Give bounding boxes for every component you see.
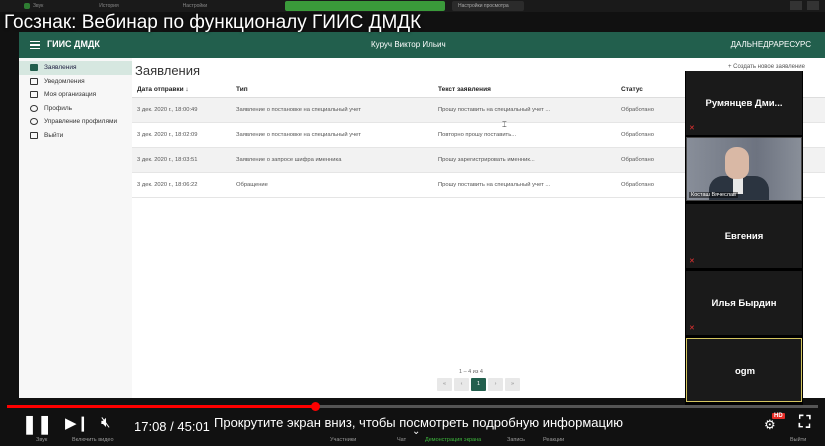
progress-fill <box>7 405 315 408</box>
first-page-button[interactable]: « <box>437 378 452 391</box>
sidebar-item-profile[interactable]: Профиль <box>19 102 132 116</box>
zoom-menu-item[interactable]: История <box>99 3 118 9</box>
app-icon <box>24 3 30 9</box>
participant-tile[interactable]: Румянцев Дми... ✕ <box>686 71 802 135</box>
pagination-info: 1 – 4 из 4 <box>459 369 483 375</box>
message-icon <box>30 77 38 85</box>
view-settings-button[interactable]: Настройки просмотра <box>452 1 524 11</box>
muted-mic-icon: ✕ <box>689 125 695 132</box>
pagination: « ‹ 1 › » <box>437 378 520 391</box>
reactions-button[interactable]: Реакции <box>543 437 564 443</box>
participant-video-tile[interactable]: Косташ Вячеслав <box>686 137 802 201</box>
next-page-button[interactable]: › <box>488 378 503 391</box>
cell-text: Повторно прошу поставить... <box>438 132 517 138</box>
hd-badge: HD <box>772 413 785 419</box>
muted-mic-icon: ✕ <box>689 325 695 332</box>
cell-type: Обращение <box>236 182 268 188</box>
video-button[interactable]: Включить видео <box>72 437 114 443</box>
participant-name: Косташ Вячеслав <box>689 192 738 198</box>
sidebar-item-label: Выйти <box>44 131 64 139</box>
window-controls <box>790 1 819 10</box>
column-header-text[interactable]: Текст заявления <box>438 86 621 93</box>
create-application-link[interactable]: + Создать новое заявление <box>728 64 805 70</box>
share-screen-button[interactable]: Демонстрация экрана <box>425 437 481 443</box>
zoom-menu-label: История <box>99 3 119 9</box>
settings-icon[interactable]: ⚙ <box>764 417 782 433</box>
minimize-button[interactable] <box>790 1 802 10</box>
page-title: Заявления <box>135 63 201 78</box>
zoom-top-bar: Звук История Настройки Настройки просмот… <box>0 0 825 12</box>
cell-text: Прошу зарегистрировать именник... <box>438 157 535 163</box>
mouse-cursor-icon: ⌶ <box>502 120 507 129</box>
column-header-type[interactable]: Тип <box>236 86 438 93</box>
cell-type: Заявление о постановке на специальный уч… <box>236 107 361 113</box>
app-brand[interactable]: ГИИС ДМДК <box>47 39 100 49</box>
cell-date: 3 дек. 2020 г., 18:00:49 <box>137 107 198 113</box>
sidebar-item-label: Моя организация <box>44 91 97 99</box>
people-icon <box>30 118 38 126</box>
sidebar-item-organization[interactable]: Моя организация <box>19 88 132 102</box>
video-player: Звук История Настройки Настройки просмот… <box>0 0 825 446</box>
cell-text: Прошу поставить на специальный учет ... <box>438 107 551 113</box>
participant-tile[interactable]: Евгения ✕ <box>686 204 802 268</box>
cell-date: 3 дек. 2020 г., 18:03:51 <box>137 157 198 163</box>
last-page-button[interactable]: » <box>505 378 520 391</box>
chat-button[interactable]: Чат <box>397 437 406 443</box>
cell-type: Заявление о запросе шифра именника <box>236 157 342 163</box>
column-header-date[interactable]: Дата отправки ↓ <box>132 86 236 93</box>
app-header: ГИИС ДМДК Куруч Виктор Ильич ДАЛЬНЕДРАРЕ… <box>19 32 825 58</box>
logout-icon <box>30 131 38 139</box>
sidebar-item-label: Управление профилями <box>44 118 118 126</box>
record-button[interactable]: Запись <box>507 437 525 443</box>
participant-name: Илья Бырдин <box>711 298 777 309</box>
participants-panel: Румянцев Дми... ✕ Косташ Вячеслав Евгени… <box>685 71 803 407</box>
zoom-menu-label: Звук <box>33 3 44 9</box>
cell-text: Прошу поставить на специальный учет ... <box>438 182 551 188</box>
zoom-bottom-toolbar: Звук Включить видео Участники Чат Демонс… <box>0 436 825 446</box>
current-user: Куруч Виктор Ильич <box>371 40 446 49</box>
cell-type: Заявление о постановке на специальный уч… <box>236 132 361 138</box>
audio-button[interactable]: Звук <box>36 437 47 443</box>
organization-icon <box>30 91 38 99</box>
sidebar-item-logout[interactable]: Выйти <box>19 129 132 143</box>
sidebar-item-label: Уведомления <box>44 77 85 85</box>
leave-button[interactable]: Выйти <box>790 437 806 443</box>
muted-mic-icon: ✕ <box>689 258 695 265</box>
next-icon[interactable]: ▶❙ <box>65 414 89 432</box>
prev-page-button[interactable]: ‹ <box>454 378 469 391</box>
participant-name: Румянцев Дми... <box>705 98 783 109</box>
zoom-menu-item[interactable]: Настройки <box>183 3 208 9</box>
participant-name: Евгения <box>724 231 764 242</box>
participants-button[interactable]: Участники <box>330 437 356 443</box>
zoom-menu-label: Настройки <box>182 3 208 9</box>
sidebar-item-applications[interactable]: Заявления <box>19 61 132 75</box>
progress-scrubber[interactable] <box>311 402 320 411</box>
participant-tile[interactable]: ogm <box>686 338 802 402</box>
time-display: 17:08 / 45:01 <box>134 419 210 434</box>
fullscreen-icon[interactable]: ⛶ <box>799 414 810 432</box>
person-face <box>725 147 749 179</box>
cell-date: 3 дек. 2020 г., 18:02:09 <box>137 132 198 138</box>
menu-icon[interactable] <box>30 41 40 49</box>
screen-share-banner <box>285 1 445 11</box>
checkbox-icon <box>30 64 38 72</box>
sidebar: Заявления Уведомления Моя организация Пр… <box>19 58 132 398</box>
maximize-button[interactable] <box>807 1 819 10</box>
sidebar-item-profile-management[interactable]: Управление профилями <box>19 115 132 129</box>
sidebar-item-notifications[interactable]: Уведомления <box>19 75 132 89</box>
participant-tile[interactable]: Илья Бырдин ✕ <box>686 271 802 335</box>
person-icon <box>30 104 38 112</box>
organization-name[interactable]: ДАЛЬНЕДРАРЕСУРС <box>731 40 811 49</box>
sidebar-item-label: Заявления <box>44 64 77 72</box>
participant-name: ogm <box>734 366 756 377</box>
pause-icon[interactable]: ❚❚ <box>22 414 52 435</box>
volume-muted-icon[interactable]: 🔇︎ <box>101 414 110 431</box>
page-1-button[interactable]: 1 <box>471 378 486 391</box>
zoom-menu-item[interactable]: Звук <box>24 3 43 9</box>
sidebar-item-label: Профиль <box>44 104 73 112</box>
cell-date: 3 дек. 2020 г., 18:06:22 <box>137 182 198 188</box>
video-title[interactable]: Госзнак: Вебинар по функционалу ГИИС ДМД… <box>4 12 421 34</box>
